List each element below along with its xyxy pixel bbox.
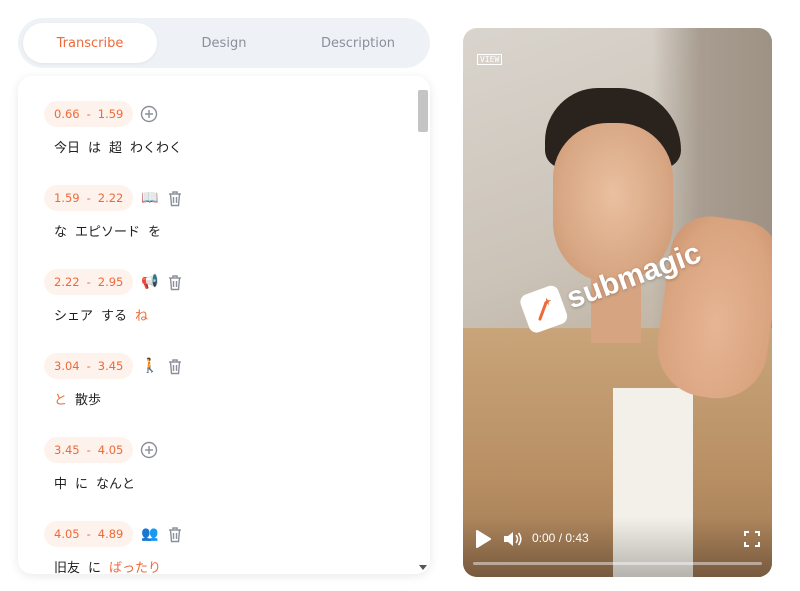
segment-start-time: 3.04 <box>54 359 80 373</box>
segment-header: 1.59-2.22 📖 <box>44 185 185 211</box>
segment-emoji[interactable]: 🚶 <box>141 359 158 373</box>
segment-words: なエピソードを <box>54 221 185 240</box>
segment-start-time: 4.05 <box>54 527 80 541</box>
time-range-badge[interactable]: 4.05-4.89 <box>44 521 134 547</box>
segment-end-time: 2.95 <box>97 275 124 289</box>
word[interactable]: な <box>54 225 67 240</box>
time-range-badge[interactable]: 3.04-3.45 <box>44 353 134 379</box>
word[interactable]: わくわく <box>130 141 182 156</box>
word[interactable]: 超 <box>109 141 122 156</box>
time-range-badge[interactable]: 1.59-2.22 <box>44 185 134 211</box>
time-range-badge[interactable]: 3.45-4.05 <box>44 437 134 463</box>
segment-end-time: 4.89 <box>97 527 124 541</box>
segment-end-time: 3.45 <box>97 359 124 373</box>
time-separator: - <box>86 107 91 121</box>
highlighted-word[interactable]: ばったり <box>109 561 161 574</box>
segment-start-time: 2.22 <box>54 275 80 289</box>
time-separator: - <box>86 359 91 373</box>
segment-words: 旧友にばったり <box>54 557 185 574</box>
word[interactable]: エピソード <box>75 225 140 240</box>
segment-words: 中になんと <box>54 473 159 492</box>
add-circle-icon[interactable] <box>139 104 159 124</box>
transcript-segment: 1.59-2.22 📖 なエピソードを <box>44 185 185 240</box>
segment-header: 2.22-2.95 📢 <box>44 269 185 295</box>
transcript-segment: 3.04-3.45 🚶 と散歩 <box>44 353 185 408</box>
transcript-panel: 0.66-1.59 今日は超わくわく 1.59-2.22 📖 なエピソードを 2.22-2… <box>18 76 430 574</box>
time-separator: - <box>86 275 91 289</box>
trash-icon[interactable] <box>165 272 185 292</box>
tab-design[interactable]: Design <box>157 23 291 63</box>
progress-bar[interactable] <box>473 562 762 565</box>
segment-emoji[interactable]: 👥 <box>141 527 158 541</box>
scrollbar-thumb[interactable] <box>418 90 428 132</box>
time-separator: - <box>86 191 91 205</box>
transcript-segment: 0.66-1.59 今日は超わくわく <box>44 101 190 156</box>
tab-description[interactable]: Description <box>291 23 425 63</box>
transcript-segment: 2.22-2.95 📢 シェア するね <box>44 269 185 324</box>
word[interactable]: を <box>148 225 161 240</box>
time-separator: - <box>86 527 91 541</box>
word[interactable]: は <box>88 141 101 156</box>
word[interactable]: シェア <box>54 309 93 324</box>
trash-icon[interactable] <box>165 356 185 376</box>
segment-emoji[interactable]: 📢 <box>141 275 158 289</box>
word[interactable]: なんと <box>96 477 135 492</box>
word[interactable]: 今日 <box>54 141 80 156</box>
volume-icon[interactable] <box>503 530 523 548</box>
segment-header: 0.66-1.59 <box>44 101 190 127</box>
transcript-segment: 4.05-4.89 👥 旧友にばったり <box>44 521 185 574</box>
time-range-badge[interactable]: 2.22-2.95 <box>44 269 134 295</box>
video-player[interactable]: VIEW submagic 0:00 / 0:43 <box>463 28 772 577</box>
scrollbar[interactable] <box>418 82 428 570</box>
segment-end-time: 1.59 <box>97 107 124 121</box>
word[interactable]: 旧友 <box>54 561 80 574</box>
word[interactable]: に <box>75 477 88 492</box>
fullscreen-icon[interactable] <box>744 531 760 547</box>
highlighted-word[interactable]: ね <box>135 309 148 324</box>
word[interactable]: する <box>101 309 127 324</box>
add-circle-icon[interactable] <box>139 440 159 460</box>
watermark-logo: VIEW <box>477 54 503 65</box>
segment-emoji[interactable]: 📖 <box>141 191 158 205</box>
trash-icon[interactable] <box>165 524 185 544</box>
segment-header: 3.45-4.05 <box>44 437 159 463</box>
word[interactable]: 中 <box>54 477 67 492</box>
highlighted-word[interactable]: と <box>54 393 67 408</box>
word[interactable]: に <box>88 561 101 574</box>
word[interactable]: 散歩 <box>75 393 101 408</box>
segment-end-time: 4.05 <box>97 443 124 457</box>
time-range-badge[interactable]: 0.66-1.59 <box>44 101 134 127</box>
trash-icon[interactable] <box>165 188 185 208</box>
segment-end-time: 2.22 <box>97 191 124 205</box>
segment-start-time: 0.66 <box>54 107 80 121</box>
time-display: 0:00 / 0:43 <box>532 531 589 545</box>
play-icon[interactable] <box>475 530 491 548</box>
segment-words: と散歩 <box>54 389 185 408</box>
segment-words: シェア するね <box>54 305 185 324</box>
segment-start-time: 3.45 <box>54 443 80 457</box>
tab-bar: Transcribe Design Description <box>18 18 430 68</box>
scroll-down-arrow-icon[interactable] <box>419 565 427 570</box>
time-separator: - <box>86 443 91 457</box>
segment-header: 4.05-4.89 👥 <box>44 521 185 547</box>
video-controls: 0:00 / 0:43 <box>463 517 772 577</box>
segment-start-time: 1.59 <box>54 191 80 205</box>
tab-transcribe[interactable]: Transcribe <box>23 23 157 63</box>
segment-words: 今日は超わくわく <box>54 137 190 156</box>
segment-header: 3.04-3.45 🚶 <box>44 353 185 379</box>
transcript-segment: 3.45-4.05 中になんと <box>44 437 159 492</box>
